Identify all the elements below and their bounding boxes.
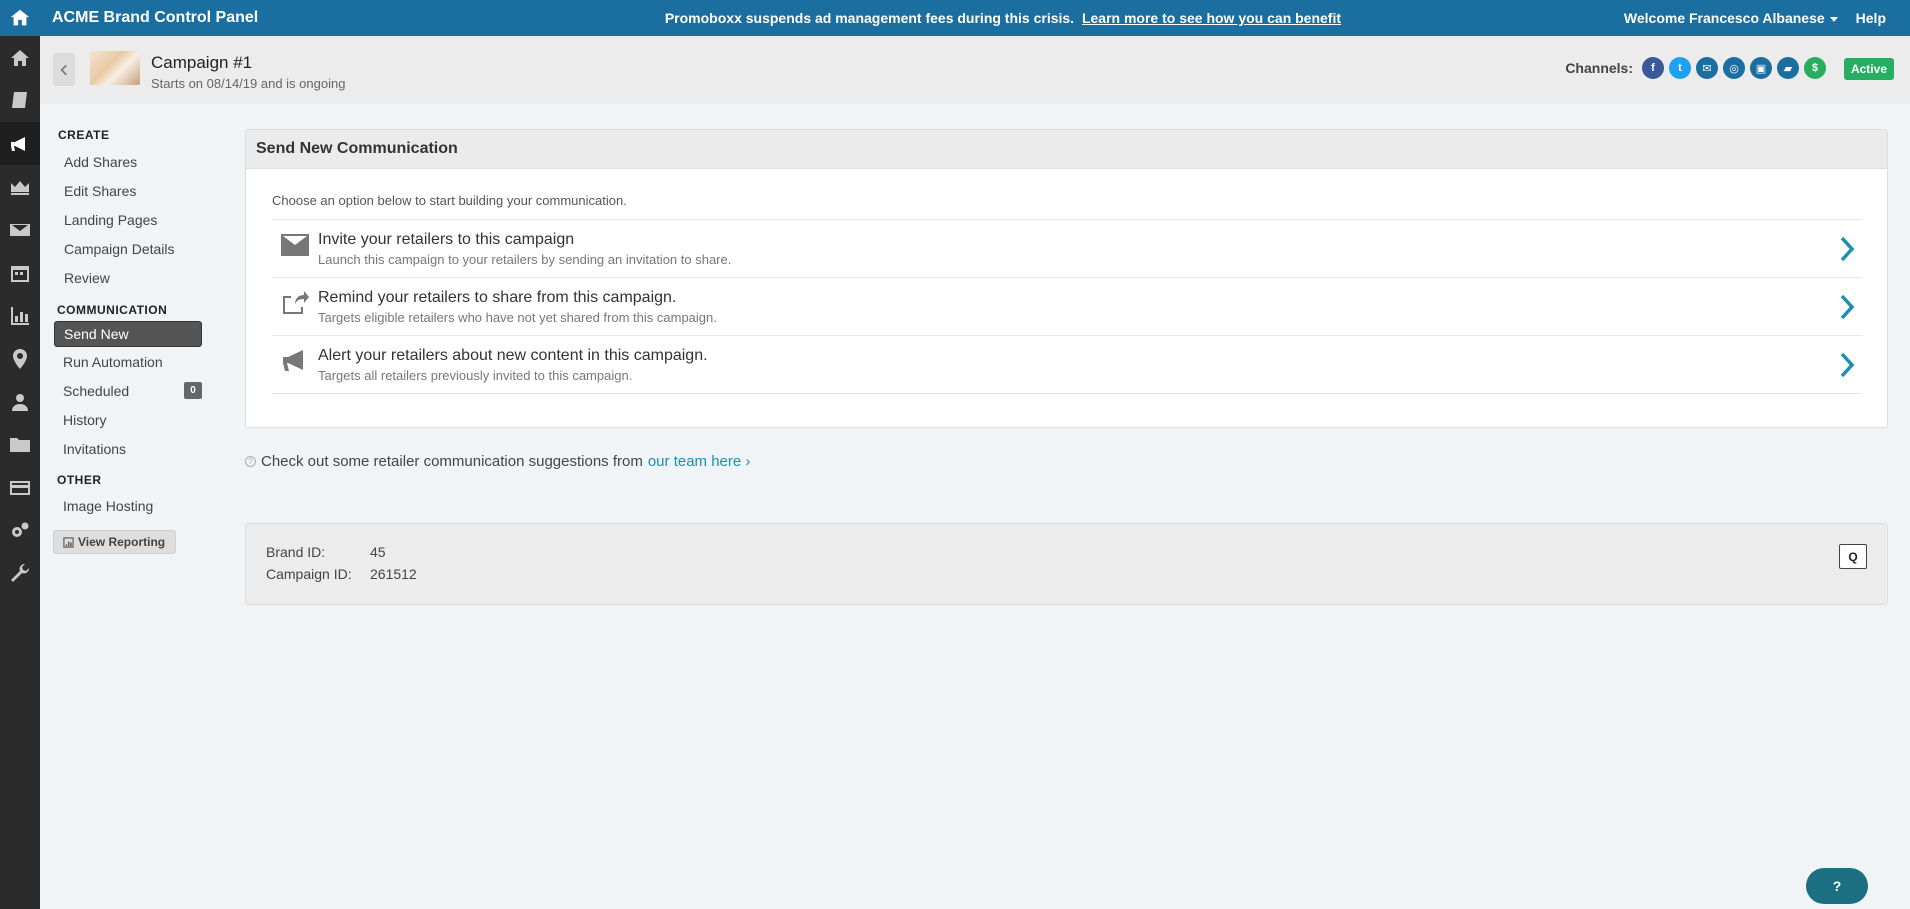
nav-campaign-details[interactable]: Campaign Details bbox=[52, 234, 212, 263]
brand-id-value: 45 bbox=[370, 544, 386, 560]
bar-chart-icon bbox=[63, 536, 74, 548]
announcement-link[interactable]: Learn more to see how you can benefit bbox=[1082, 10, 1341, 26]
user-icon[interactable] bbox=[0, 380, 40, 423]
chevron-down-icon bbox=[1829, 16, 1838, 22]
status-badge: Active bbox=[1843, 58, 1894, 80]
option-desc: Launch this campaign to your retailers b… bbox=[318, 251, 732, 267]
calendar-icon[interactable] bbox=[0, 251, 40, 294]
section-communication: COMMUNICATION bbox=[57, 303, 168, 317]
share-icon bbox=[272, 290, 318, 316]
map-pin-icon[interactable] bbox=[0, 337, 40, 380]
query-button[interactable]: Q bbox=[1839, 544, 1867, 569]
suggestion-text: Check out some retailer communication su… bbox=[261, 453, 643, 470]
folder-icon[interactable]: ▰ bbox=[1777, 57, 1799, 79]
app-title: ACME Brand Control Panel bbox=[52, 9, 259, 26]
campaign-sidebar: CREATE Add Shares Edit Shares Landing Pa… bbox=[52, 128, 212, 554]
ids-panel: Brand ID: 45 Campaign ID: 261512 Q bbox=[245, 523, 1888, 605]
top-header: ACME Brand Control Panel Promoboxx suspe… bbox=[40, 0, 1910, 36]
option-list: Invite your retailers to this campaign L… bbox=[272, 219, 1862, 394]
crown-icon[interactable] bbox=[0, 165, 40, 208]
facebook-icon[interactable]: f bbox=[1642, 57, 1664, 79]
brand-id-row: Brand ID: 45 bbox=[266, 544, 386, 560]
brand-id-label: Brand ID: bbox=[266, 544, 326, 560]
nav-scheduled[interactable]: Scheduled 0 bbox=[52, 376, 212, 405]
view-reporting-label: View Reporting bbox=[78, 535, 166, 549]
book-icon[interactable] bbox=[0, 79, 40, 122]
card-intro: Choose an option below to start building… bbox=[272, 193, 627, 208]
nav-review[interactable]: Review bbox=[52, 263, 212, 292]
nav-invitations[interactable]: Invitations bbox=[52, 434, 212, 463]
dollar-icon[interactable]: $ bbox=[1804, 57, 1826, 79]
megaphone-icon bbox=[272, 348, 318, 374]
credit-card-icon[interactable] bbox=[0, 466, 40, 509]
view-reporting-button[interactable]: View Reporting bbox=[53, 530, 177, 554]
user-menu[interactable]: Welcome Francesco Albanese bbox=[1624, 10, 1838, 26]
scheduled-count-badge: 0 bbox=[184, 382, 202, 399]
gears-icon[interactable] bbox=[0, 509, 40, 552]
chevron-right-icon[interactable] bbox=[1832, 294, 1862, 320]
option-remind[interactable]: Remind your retailers to share from this… bbox=[272, 278, 1862, 336]
email-icon[interactable]: ✉ bbox=[1696, 57, 1718, 79]
home-logo-icon[interactable] bbox=[0, 0, 40, 36]
campaign-title: Campaign #1 bbox=[151, 53, 253, 72]
option-desc: Targets eligible retailers who have not … bbox=[318, 309, 717, 325]
channels-list: Channels: f t ✉ ◎ ▣ ▰ $ bbox=[1565, 57, 1826, 79]
instagram-icon[interactable]: ◎ bbox=[1723, 57, 1745, 79]
megaphone-icon[interactable] bbox=[0, 122, 40, 165]
chevron-right-icon[interactable] bbox=[1832, 236, 1862, 262]
option-alert[interactable]: Alert your retailers about new content i… bbox=[272, 336, 1862, 394]
home-icon[interactable] bbox=[0, 36, 40, 79]
back-button[interactable] bbox=[53, 53, 75, 86]
channels-label: Channels: bbox=[1565, 60, 1633, 76]
help-link[interactable]: Help bbox=[1856, 10, 1886, 26]
campaign-id-label: Campaign ID: bbox=[266, 566, 352, 582]
envelope-icon[interactable] bbox=[0, 208, 40, 251]
announcement-banner: Promoboxx suspends ad management fees du… bbox=[382, 10, 1624, 26]
envelope-icon bbox=[272, 232, 318, 258]
image-icon[interactable]: ▣ bbox=[1750, 57, 1772, 79]
suggestion-link[interactable]: our team here › bbox=[648, 453, 751, 470]
nav-add-shares[interactable]: Add Shares bbox=[52, 147, 212, 176]
chevron-right-icon[interactable] bbox=[1832, 352, 1862, 378]
nav-edit-shares[interactable]: Edit Shares bbox=[52, 176, 212, 205]
send-communication-card: Send New Communication Choose an option … bbox=[245, 129, 1888, 428]
twitter-icon[interactable]: t bbox=[1669, 57, 1691, 79]
option-title: Remind your retailers to share from this… bbox=[318, 288, 677, 306]
option-title: Alert your retailers about new content i… bbox=[318, 346, 708, 364]
nav-scheduled-label: Scheduled bbox=[63, 382, 130, 399]
option-desc: Targets all retailers previously invited… bbox=[318, 367, 633, 383]
chevron-left-icon bbox=[60, 64, 67, 75]
suggestion-line: ? Check out some retailer communication … bbox=[245, 453, 750, 470]
option-title: Invite your retailers to this campaign bbox=[318, 230, 575, 248]
wrench-icon[interactable] bbox=[0, 552, 40, 595]
help-button[interactable]: ? bbox=[1806, 868, 1868, 904]
nav-send-new[interactable]: Send New bbox=[54, 321, 202, 347]
card-title: Send New Communication bbox=[246, 130, 1887, 169]
bar-chart-icon[interactable] bbox=[0, 294, 40, 337]
nav-history[interactable]: History bbox=[52, 405, 212, 434]
option-invite[interactable]: Invite your retailers to this campaign L… bbox=[272, 220, 1862, 278]
section-other: OTHER bbox=[57, 473, 102, 487]
nav-landing-pages[interactable]: Landing Pages bbox=[52, 205, 212, 234]
question-icon: ? bbox=[245, 456, 256, 467]
announcement-text: Promoboxx suspends ad management fees du… bbox=[664, 10, 1075, 26]
campaign-id-value: 261512 bbox=[370, 566, 417, 582]
campaign-id-row: Campaign ID: 261512 bbox=[266, 566, 417, 582]
nav-image-hosting[interactable]: Image Hosting bbox=[52, 491, 212, 520]
campaign-subtitle: Starts on 08/14/19 and is ongoing bbox=[151, 76, 346, 91]
nav-run-automation[interactable]: Run Automation bbox=[52, 347, 212, 376]
folder-icon[interactable] bbox=[0, 423, 40, 466]
icon-rail bbox=[0, 0, 40, 909]
section-create: CREATE bbox=[58, 128, 110, 142]
campaign-header: Campaign #1 Starts on 08/14/19 and is on… bbox=[40, 36, 1910, 104]
campaign-thumbnail bbox=[90, 51, 140, 85]
